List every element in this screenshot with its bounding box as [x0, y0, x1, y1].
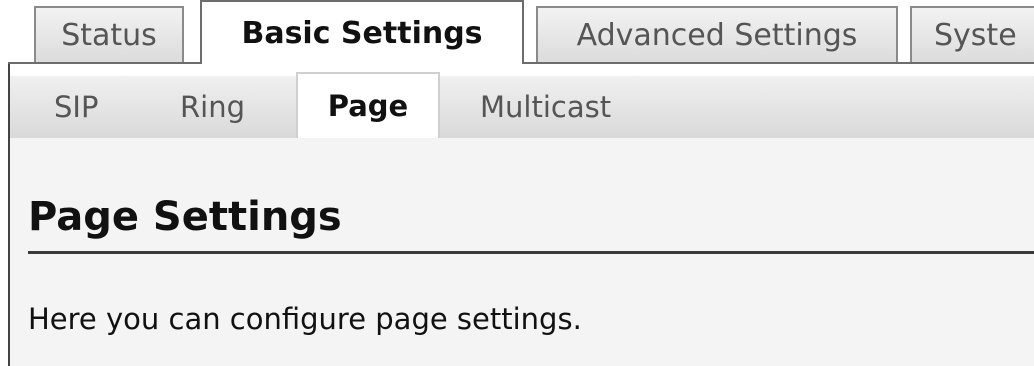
subtab-ring[interactable]: Ring — [180, 76, 245, 138]
page-description: Here you can configure page settings. — [28, 302, 582, 336]
subtab-page-label: Page — [327, 89, 409, 123]
subtab-sip[interactable]: SIP — [54, 76, 98, 138]
page-title: Page Settings — [28, 194, 342, 240]
tab-advanced-settings[interactable]: Advanced Settings — [536, 6, 898, 62]
tab-status-label: Status — [61, 17, 157, 53]
tab-basic-settings[interactable]: Basic Settings — [200, 0, 524, 64]
sub-tab-bar: SIP Ring Page Multicast — [10, 72, 1034, 138]
subtab-sip-label: SIP — [54, 90, 99, 124]
tab-system[interactable]: Syste — [910, 6, 1034, 62]
tab-basic-settings-label: Basic Settings — [241, 15, 483, 51]
main-tab-bar: Status Basic Settings Advanced Settings … — [0, 0, 1034, 64]
device-web-config-page: Status Basic Settings Advanced Settings … — [0, 0, 1034, 366]
subtab-ring-label: Ring — [180, 90, 245, 124]
tab-advanced-settings-label: Advanced Settings — [576, 17, 858, 53]
tab-system-label: Syste — [934, 17, 1017, 53]
subtab-multicast-label: Multicast — [480, 90, 612, 124]
subtab-multicast[interactable]: Multicast — [480, 76, 611, 138]
tab-status[interactable]: Status — [34, 6, 184, 62]
subtab-page[interactable]: Page — [296, 72, 440, 138]
title-underline — [28, 251, 1034, 254]
settings-content-panel: Page Settings Here you can configure pag… — [10, 138, 1034, 366]
